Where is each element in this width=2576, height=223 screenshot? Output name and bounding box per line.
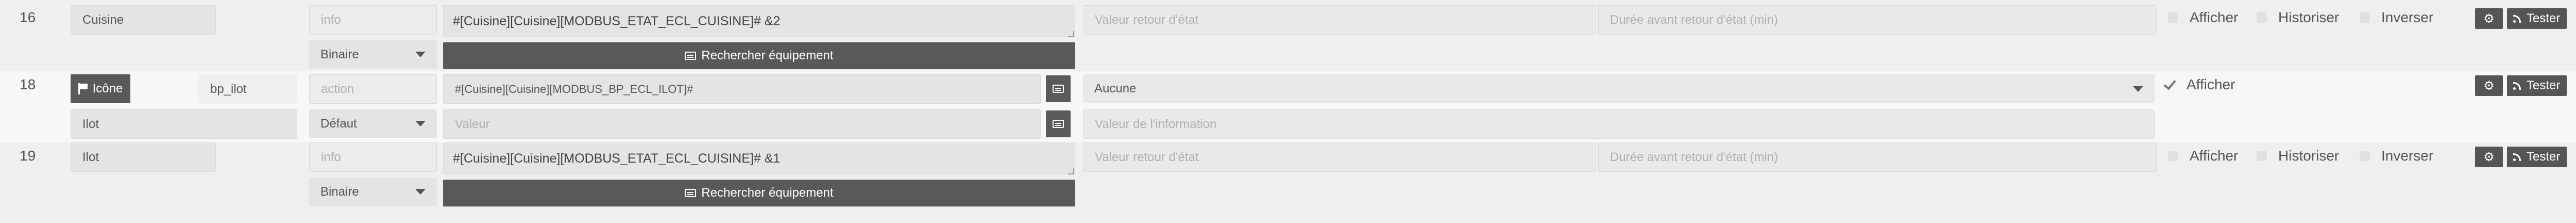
return-delay-input[interactable]: Durée avant retour d'état (min) [1598, 142, 2157, 172]
afficher-label: Afficher [2190, 148, 2239, 164]
subtype-value: Binaire [320, 47, 359, 61]
command-type-input[interactable]: info [309, 142, 437, 172]
gears-icon: ⚙ [2483, 150, 2495, 164]
rss-icon [2513, 153, 2521, 161]
search-equipment-button[interactable]: Rechercher équipement [443, 42, 1075, 69]
tester-button[interactable]: Tester [2507, 8, 2567, 29]
row-number: 19 [20, 148, 36, 164]
command-row: 19 Ilot info Binaire #[Cuisine][Cuisine]… [0, 142, 2576, 214]
configure-button[interactable]: ⚙ [2475, 8, 2503, 29]
checkbox-box [2257, 12, 2267, 23]
linked-info-value: Aucune [1094, 82, 1137, 95]
configure-button[interactable]: ⚙ [2475, 75, 2503, 96]
command-name-input[interactable]: bp_ilot [198, 74, 297, 104]
subtype-select[interactable]: Défaut [309, 109, 437, 138]
request-textarea[interactable]: #[Cuisine][Cuisine][MODBUS_ETAT_ECL_CUIS… [443, 5, 1075, 37]
gears-icon: ⚙ [2483, 78, 2495, 93]
command-row: 18 Icône bp_ilot action #[Cuisine][Cuisi… [0, 71, 2576, 142]
select-command-button[interactable] [1046, 75, 1071, 102]
checkbox-box [2168, 151, 2178, 161]
checkbox-box [2360, 12, 2370, 23]
checkbox-box [2360, 151, 2370, 161]
info-value-input[interactable]: Valeur de l'information [1083, 109, 2155, 139]
tester-button[interactable]: Tester [2507, 75, 2567, 96]
tester-label: Tester [2527, 78, 2561, 92]
check-icon [2163, 78, 2176, 91]
chevron-down-icon [415, 52, 426, 57]
search-equipment-label: Rechercher équipement [701, 186, 834, 200]
command-name-input[interactable]: Ilot [71, 142, 216, 172]
command-type-input[interactable]: info [309, 5, 437, 35]
chevron-down-icon [2133, 86, 2143, 92]
search-equipment-label: Rechercher équipement [701, 49, 834, 62]
checkbox-box [2168, 12, 2178, 23]
subtype-value: Défaut [320, 116, 357, 131]
list-icon [685, 52, 697, 60]
info-name-input[interactable]: Ilot [71, 109, 297, 139]
afficher-checkbox[interactable]: Afficher [2163, 76, 2235, 93]
command-type-input[interactable]: action [309, 74, 437, 104]
return-delay-input[interactable]: Durée avant retour d'état (min) [1598, 5, 2157, 35]
configure-button[interactable]: ⚙ [2475, 147, 2503, 167]
afficher-label: Afficher [2187, 76, 2235, 92]
request-input[interactable]: #[Cuisine][Cuisine][MODBUS_BP_ECL_ILOT]# [443, 74, 1041, 104]
afficher-checkbox[interactable]: Afficher [2168, 148, 2238, 164]
checkbox-box [2257, 151, 2267, 161]
subtype-value: Binaire [320, 184, 359, 199]
inverser-label: Inverser [2381, 9, 2434, 25]
afficher-label: Afficher [2190, 9, 2239, 25]
list-icon [1053, 85, 1064, 93]
textarea-resize-handle[interactable] [1068, 168, 1074, 174]
command-row: 16 Cuisine info Binaire #[Cuisine][Cuisi… [0, 0, 2576, 71]
command-name-input[interactable]: Cuisine [71, 5, 216, 35]
chevron-down-icon [415, 189, 426, 195]
afficher-checkbox[interactable]: Afficher [2168, 9, 2238, 26]
inverser-checkbox[interactable]: Inverser [2360, 9, 2433, 26]
rss-icon [2513, 82, 2521, 90]
search-equipment-button[interactable]: Rechercher équipement [443, 180, 1075, 206]
choose-icon-button[interactable]: Icône [71, 74, 130, 103]
list-icon [1053, 120, 1064, 128]
return-state-input[interactable]: Valeur retour d'état [1083, 142, 1596, 172]
value-input[interactable]: Valeur [443, 109, 1041, 139]
linked-info-select[interactable]: Aucune [1083, 74, 2155, 103]
chevron-down-icon [415, 121, 426, 126]
textarea-resize-handle[interactable] [1068, 31, 1074, 37]
select-value-button[interactable] [1046, 110, 1071, 137]
request-textarea[interactable]: #[Cuisine][Cuisine][MODBUS_ETAT_ECL_CUIS… [443, 142, 1075, 174]
subtype-select[interactable]: Binaire [309, 40, 437, 69]
historiser-checkbox[interactable]: Historiser [2257, 148, 2339, 164]
historiser-checkbox[interactable]: Historiser [2257, 9, 2339, 26]
tester-label: Tester [2527, 11, 2561, 25]
gears-icon: ⚙ [2483, 11, 2495, 26]
tester-button[interactable]: Tester [2507, 147, 2567, 167]
row-number: 16 [20, 9, 36, 25]
return-state-input[interactable]: Valeur retour d'état [1083, 5, 1596, 35]
rss-icon [2513, 14, 2521, 23]
flag-icon [78, 83, 88, 94]
historiser-label: Historiser [2278, 148, 2340, 164]
inverser-checkbox[interactable]: Inverser [2360, 148, 2433, 164]
choose-icon-label: Icône [92, 82, 123, 95]
historiser-label: Historiser [2278, 9, 2340, 25]
inverser-label: Inverser [2381, 148, 2434, 164]
tester-label: Tester [2527, 150, 2561, 164]
row-number: 18 [20, 76, 36, 92]
subtype-select[interactable]: Binaire [309, 178, 437, 206]
list-icon [685, 189, 697, 197]
